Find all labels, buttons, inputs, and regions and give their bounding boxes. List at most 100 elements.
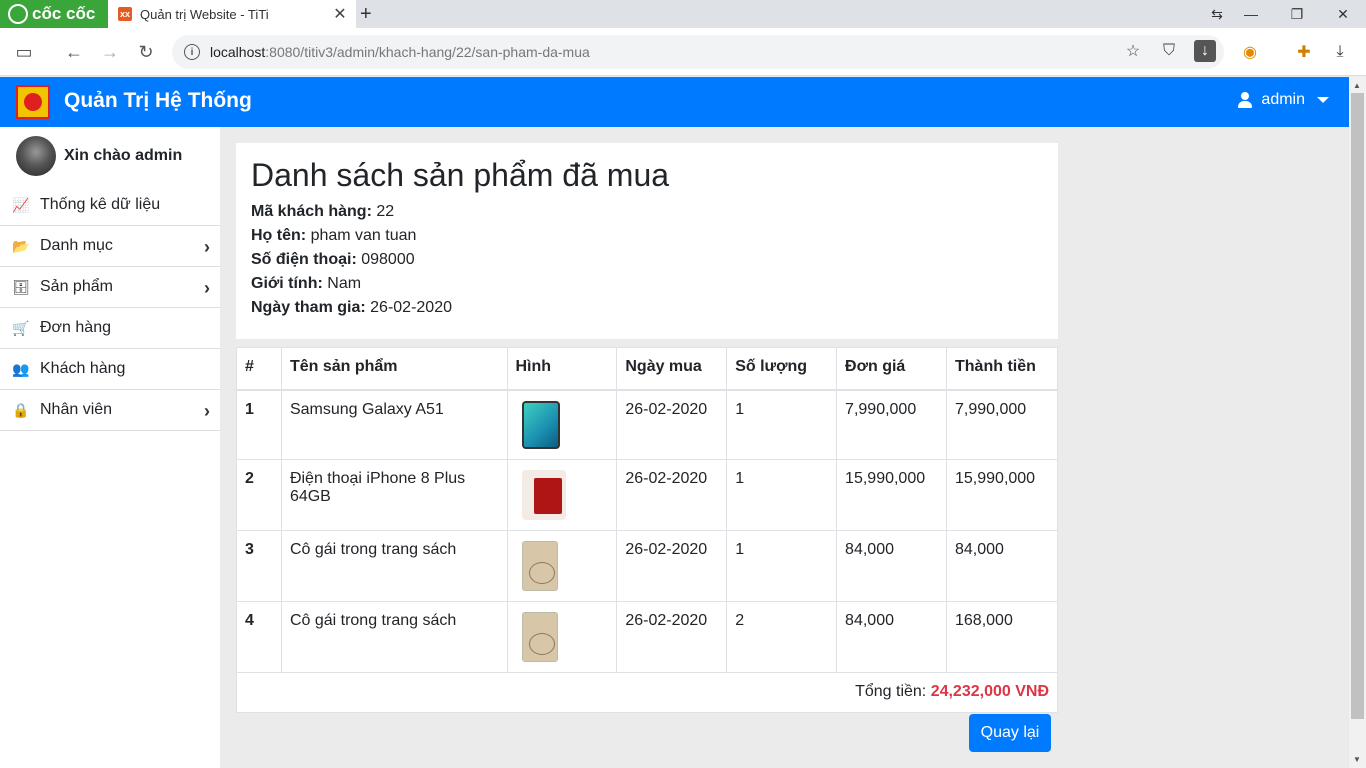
shield-icon[interactable]: ⛉ (1158, 40, 1180, 62)
sidebar-item-label: Khách hàng (40, 360, 126, 377)
brand-logo[interactable] (16, 85, 50, 119)
cell-price: 7,990,000 (836, 389, 947, 460)
sidebar: Xin chào admin 📈 Thống kê dữ liệu 📂 Danh mụ… (0, 127, 220, 768)
sidebar-item-1[interactable]: 📂 Danh mục › (0, 226, 220, 267)
close-icon[interactable]: ✕ (330, 4, 350, 24)
product-image (521, 400, 560, 449)
folder-open-icon: 📂 (12, 237, 30, 254)
avatar (16, 136, 56, 176)
customer-gender-line: Giới tính: Nam (251, 275, 362, 292)
cell-image (506, 389, 618, 460)
scroll-thumb[interactable] (1351, 93, 1364, 719)
address-input[interactable]: i localhost :8080/titiv3/admin/khach-han… (172, 35, 1224, 69)
user-name: admin (1261, 91, 1305, 108)
sidebar-profile: Xin chào admin (0, 127, 220, 185)
forward-arrow-icon[interactable]: → (98, 40, 122, 64)
cell-image (506, 458, 618, 531)
col-header-date: Ngày mua (616, 347, 728, 391)
caret-down-icon (1317, 97, 1329, 103)
sidebar-item-label: Danh mục (40, 237, 113, 254)
page-scrollbar[interactable]: ▲ ▼ (1349, 77, 1366, 768)
cell-image (506, 600, 618, 673)
coccoc-logo-icon (8, 4, 28, 24)
cell-no: 2 (236, 458, 282, 531)
extension-puzzle-icon[interactable]: ✚ (1292, 40, 1316, 64)
back-arrow-icon[interactable]: ← (62, 40, 86, 64)
total-row: Tổng tiền: 24,232,000 VNĐ (236, 671, 1058, 713)
sidebar-item-label: Đơn hàng (40, 319, 111, 336)
cell-qty: 1 (726, 458, 838, 531)
bookmark-star-icon[interactable]: ☆ (1122, 40, 1144, 62)
customer-joined-line: Ngày tham gia: 26-02-2020 (251, 299, 452, 316)
minimize-icon[interactable]: — (1228, 0, 1274, 28)
browser-tabstrip: cốc cốc xx Quản trị Website - TiTi ✕ + ⇆… (0, 0, 1366, 28)
table-row: 3 Cô gái trong trang sách 26-02-2020 1 84,00… (236, 529, 1058, 602)
cell-no: 3 (236, 529, 282, 602)
col-header-image: Hình (506, 347, 618, 391)
table-row: 4 Cô gái trong trang sách 26-02-2020 2 84,00… (236, 600, 1058, 673)
cell-total: 84,000 (946, 529, 1058, 602)
table-row: 2 Điện thoại iPhone 8 Plus 64GB 26-02-2020… (236, 458, 1058, 531)
customer-id-line: Mã khách hàng: 22 (251, 203, 395, 220)
download-page-icon[interactable]: ↓ (1194, 40, 1216, 62)
chevron-right-icon: › (204, 278, 210, 298)
url-host: localhost (210, 44, 266, 60)
favicon-icon: xx (118, 7, 132, 21)
scroll-up-icon[interactable]: ▲ (1353, 81, 1361, 90)
cell-price: 84,000 (836, 600, 947, 673)
scroll-down-icon[interactable]: ▼ (1353, 755, 1361, 764)
cell-no: 4 (236, 600, 282, 673)
col-header-total: Thành tiền (946, 347, 1058, 391)
brand-title[interactable]: Quản Trị Hệ Thống (64, 89, 252, 113)
sidebar-item-label: Sản phẩm (40, 278, 113, 295)
customer-name-line: Họ tên: pham van tuan (251, 227, 417, 244)
window-close-icon[interactable]: ✕ (1320, 0, 1366, 28)
cell-qty: 2 (726, 600, 838, 673)
new-tab-icon[interactable]: + (360, 3, 372, 26)
extension-chrome-icon[interactable]: ◉ (1238, 40, 1262, 64)
browser-tab[interactable]: xx Quản trị Website - TiTi ✕ (108, 0, 356, 28)
restore-icon[interactable]: ❐ (1274, 0, 1320, 28)
chart-line-icon: 📈 (12, 196, 30, 213)
database-icon: 🗄 (12, 278, 30, 295)
cart-icon: 🛒 (12, 319, 30, 336)
address-bar-row: ▭ ← → ↻ i localhost :8080/titiv3/admin/k… (0, 28, 1366, 76)
url-path: :8080/titiv3/admin/khach-hang/22/san-pha… (265, 44, 590, 60)
customer-phone-line: Số điện thoại: 098000 (251, 251, 415, 268)
sidebar-item-5[interactable]: 🔒 Nhân viên › (0, 390, 220, 431)
cell-qty: 1 (726, 529, 838, 602)
cell-name: Samsung Galaxy A51 (280, 389, 508, 460)
sidebar-item-0[interactable]: 📈 Thống kê dữ liệu (0, 185, 220, 226)
browser-menu-button[interactable]: cốc cốc (0, 0, 108, 28)
col-header-name: Tên sản phẩm (280, 347, 508, 391)
sidebar-item-3[interactable]: 🛒 Đơn hàng (0, 308, 220, 349)
top-navbar: Quản Trị Hệ Thống admin (0, 77, 1349, 127)
tab-title: Quản trị Website - TiTi (140, 6, 269, 22)
sidebar-item-2[interactable]: 🗄 Sản phẩm › (0, 267, 220, 308)
cell-price: 15,990,000 (836, 458, 947, 531)
cell-date: 26-02-2020 (616, 458, 728, 531)
back-button[interactable]: Quay lại (969, 714, 1051, 752)
cell-date: 26-02-2020 (616, 389, 728, 460)
cell-name: Điện thoại iPhone 8 Plus 64GB (280, 458, 508, 531)
user-dropdown[interactable]: admin (1237, 91, 1329, 109)
cell-date: 26-02-2020 (616, 600, 728, 673)
reload-icon[interactable]: ↻ (134, 40, 158, 64)
cell-name: Cô gái trong trang sách (280, 529, 508, 602)
downloads-icon[interactable]: ⤓ (1328, 40, 1352, 64)
chevron-right-icon: › (204, 401, 210, 421)
cell-image (506, 529, 618, 602)
cell-date: 26-02-2020 (616, 529, 728, 602)
sidebar-item-4[interactable]: 👥 Khách hàng (0, 349, 220, 390)
user-lock-icon: 🔒 (12, 401, 30, 418)
sidebar-toggle-icon[interactable]: ▭ (12, 40, 36, 64)
page-title: Danh sách sản phẩm đã mua (251, 157, 670, 193)
table-header-row: # Tên sản phẩm Hình Ngày mua Số lượng Đơ… (236, 347, 1058, 391)
browser-brand-label: cốc cốc (32, 4, 96, 23)
info-icon[interactable]: i (184, 44, 200, 60)
cell-total: 7,990,000 (946, 389, 1058, 460)
cell-total: 168,000 (946, 600, 1058, 673)
total-cell: Tổng tiền: 24,232,000 VNĐ (236, 671, 1058, 713)
sidebar-item-label: Nhân viên (40, 401, 113, 418)
cell-price: 84,000 (836, 529, 947, 602)
